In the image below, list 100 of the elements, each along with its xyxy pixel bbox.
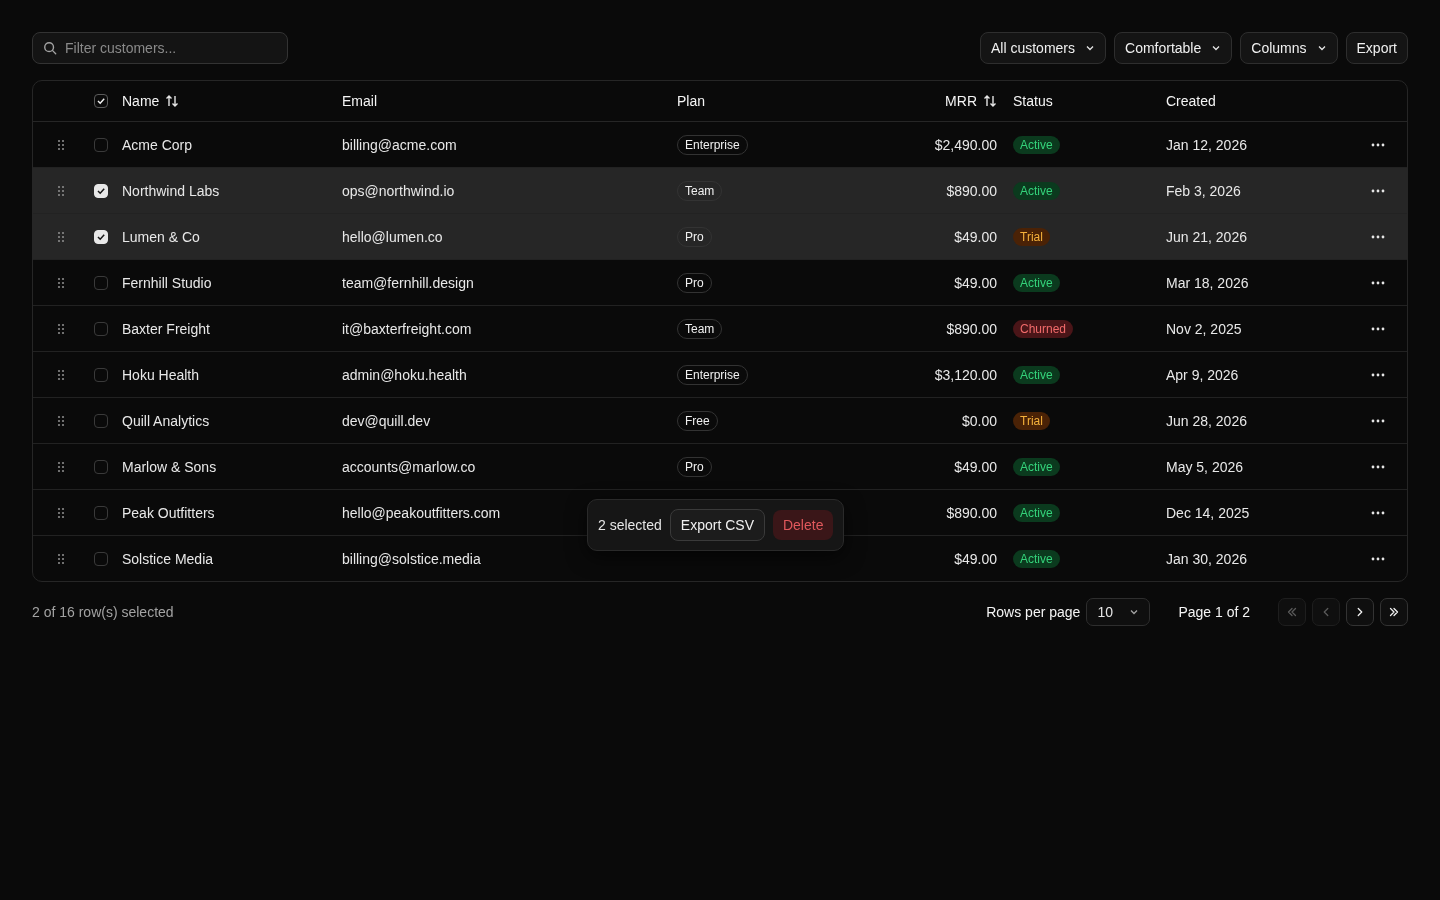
more-icon[interactable] [1370, 280, 1385, 285]
dropdown-button[interactable]: All customers [980, 32, 1106, 64]
more-icon[interactable] [1370, 418, 1385, 423]
drag-handle-icon[interactable] [56, 414, 65, 427]
created-date: Jun 28, 2026 [1166, 412, 1247, 429]
customer-name: Acme Corp [122, 136, 193, 153]
page-indicator: Page 1 of 2 [1178, 604, 1250, 620]
row-checkbox[interactable] [94, 321, 108, 336]
customer-email: accounts@marlow.co [342, 458, 476, 475]
drag-handle-icon[interactable] [56, 368, 65, 381]
mrr-amount: $890.00 [946, 182, 997, 199]
more-icon[interactable] [1370, 188, 1385, 193]
mrr-amount: $49.00 [954, 458, 997, 475]
customer-name: Northwind Labs [122, 182, 220, 199]
mrr-amount: $0.00 [961, 412, 997, 429]
customer-name: Baxter Freight [122, 320, 210, 337]
table-row[interactable]: Lumen & Co hello@lumen.co Pro $49.00 Trial Jun 21, 2026 [33, 214, 1407, 260]
mrr-amount: $3,120.00 [934, 366, 997, 383]
more-icon[interactable] [1370, 510, 1385, 515]
mrr-amount: $2,490.00 [934, 136, 997, 153]
chevron-icon [1285, 605, 1299, 619]
customer-email: billing@acme.com [342, 136, 457, 153]
chevron-down-icon [1211, 43, 1222, 53]
status-tag: Churned [1013, 319, 1074, 338]
table-row[interactable]: Northwind Labs ops@northwind.io Team $890.00 Active Feb 3, 2026 [33, 168, 1407, 214]
customer-email: hello@lumen.co [342, 228, 443, 245]
row-checkbox[interactable] [94, 459, 108, 474]
dropdown-button[interactable]: Columns [1240, 32, 1338, 64]
table-row[interactable]: Quill Analytics dev@quill.dev Free $0.00 Trial Jun 28, 2026 [33, 398, 1407, 444]
status-tag: Trial [1013, 227, 1050, 246]
customer-email: hello@peakoutfitters.com [342, 504, 501, 521]
next-page-button[interactable] [1346, 598, 1374, 626]
row-checkbox[interactable] [94, 413, 108, 428]
more-icon[interactable] [1370, 464, 1385, 469]
status-tag: Active [1013, 273, 1060, 292]
table-row[interactable]: Hoku Health admin@hoku.health Enterprise $3,120.00 Active Apr 9, 2026 [33, 352, 1407, 398]
sort-icon[interactable] [165, 94, 180, 108]
drag-handle-icon[interactable] [56, 184, 65, 197]
customer-email: ops@northwind.io [342, 182, 455, 199]
mrr-amount: $890.00 [946, 320, 997, 337]
table-row[interactable]: Fernhill Studio team@fernhill.design Pro $49.00 Active Mar 18, 2026 [33, 260, 1407, 306]
more-icon[interactable] [1370, 326, 1385, 331]
dropdown-button[interactable]: Comfortable [1114, 32, 1233, 64]
drag-handle-icon[interactable] [56, 506, 65, 519]
sort-icon[interactable] [983, 94, 997, 108]
selected-count: 2 selected [598, 517, 662, 533]
chevron-down-icon [1316, 43, 1327, 53]
rows-per-page-select[interactable]: 10 [1086, 598, 1151, 626]
more-icon[interactable] [1370, 142, 1385, 147]
row-checkbox[interactable] [94, 367, 108, 382]
drag-handle-icon[interactable] [56, 276, 65, 289]
check-icon [96, 185, 106, 196]
plan-tag: Pro [677, 272, 712, 293]
more-icon[interactable] [1370, 556, 1385, 561]
customer-email: team@fernhill.design [342, 274, 474, 291]
chevron-down-icon [1085, 43, 1095, 53]
customer-name: Marlow & Sons [122, 458, 217, 475]
chevron-down-icon [1129, 607, 1140, 617]
delete-button[interactable]: Delete [772, 510, 834, 540]
customer-name: Solstice Media [122, 550, 214, 567]
drag-handle-icon[interactable] [56, 460, 65, 473]
column-header: Created [1166, 93, 1216, 109]
mrr-amount: $49.00 [954, 550, 997, 567]
search-field[interactable]: Filter customers... [32, 32, 288, 64]
column-header[interactable]: MRR [945, 93, 977, 109]
row-checkbox[interactable] [94, 505, 108, 520]
mrr-amount: $890.00 [946, 504, 997, 521]
row-checkbox[interactable] [94, 275, 108, 290]
status-tag: Active [1013, 135, 1060, 154]
export-csv-button[interactable]: Export CSV [669, 509, 765, 541]
more-icon[interactable] [1370, 372, 1385, 377]
customer-email: admin@hoku.health [342, 366, 467, 383]
row-checkbox[interactable] [94, 551, 108, 566]
created-date: Mar 18, 2026 [1166, 274, 1249, 291]
customer-name: Fernhill Studio [122, 274, 212, 291]
customer-email: it@baxterfreight.com [342, 320, 472, 337]
table-row[interactable]: Marlow & Sons accounts@marlow.co Pro $49.00 Active May 5, 2026 [33, 444, 1407, 490]
drag-handle-icon[interactable] [56, 552, 65, 565]
drag-handle-icon[interactable] [56, 230, 65, 243]
mrr-amount: $49.00 [954, 228, 997, 245]
status-tag: Trial [1013, 411, 1050, 430]
select-all-checkbox[interactable] [94, 94, 108, 108]
rows-per-page-label: Rows per page [986, 604, 1081, 620]
customer-name: Peak Outfitters [122, 504, 215, 521]
status-tag: Active [1013, 503, 1060, 522]
column-header: Status [1013, 93, 1053, 109]
customer-name: Lumen & Co [122, 228, 200, 245]
more-icon[interactable] [1370, 234, 1385, 239]
drag-handle-icon[interactable] [56, 138, 65, 151]
column-header[interactable]: Name [122, 93, 160, 109]
search-input[interactable]: Filter customers... [65, 40, 275, 56]
customer-name: Quill Analytics [122, 412, 210, 429]
row-checkbox[interactable] [94, 137, 108, 152]
export-button[interactable]: Export [1345, 32, 1408, 64]
table-row[interactable]: Baxter Freight it@baxterfreight.com Team $890.00 Churned Nov 2, 2025 [33, 306, 1407, 352]
created-date: Jan 30, 2026 [1166, 550, 1247, 567]
customer-email: dev@quill.dev [342, 412, 431, 429]
drag-handle-icon[interactable] [56, 322, 65, 335]
last-page-button[interactable] [1380, 598, 1408, 626]
created-date: Apr 9, 2026 [1166, 366, 1239, 383]
